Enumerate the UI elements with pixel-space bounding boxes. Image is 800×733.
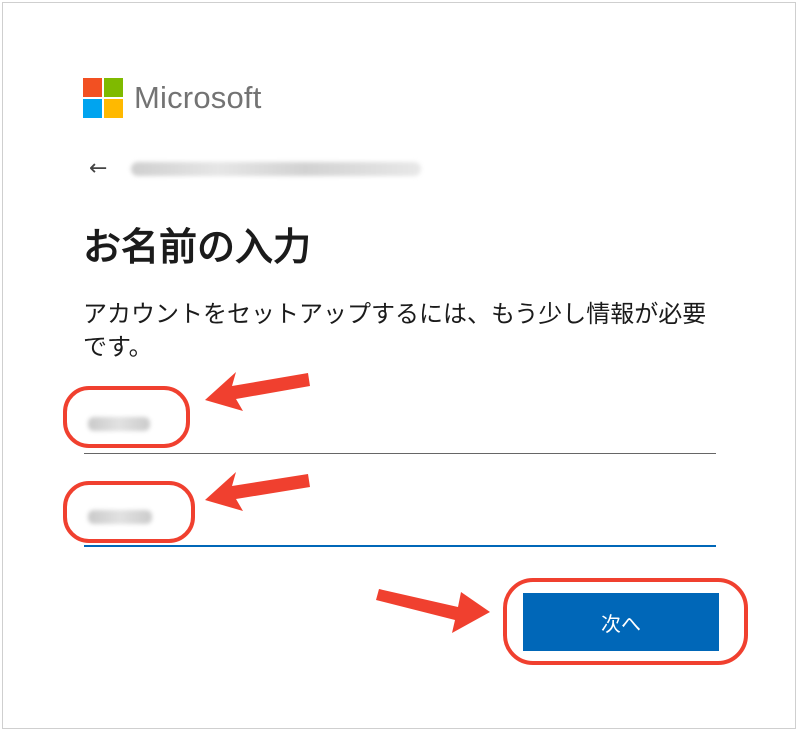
logo-square-blue [83, 99, 102, 118]
microsoft-logo-icon [83, 78, 123, 118]
logo-square-yellow [104, 99, 123, 118]
page-title: お名前の入力 [83, 225, 312, 269]
brand-name: Microsoft [134, 80, 262, 115]
account-email-blurred [131, 162, 421, 176]
logo-square-red [83, 78, 102, 97]
first-name-input[interactable] [84, 503, 716, 547]
logo-square-green [104, 78, 123, 97]
next-button[interactable]: 次へ [523, 593, 719, 651]
back-arrow-icon[interactable]: ← [89, 158, 113, 180]
back-row: ← [89, 158, 421, 180]
microsoft-logo: Microsoft [83, 78, 262, 118]
last-name-input[interactable] [84, 410, 716, 454]
page-description: アカウントをセットアップするには、もう少し情報が必要です。 [83, 300, 707, 361]
